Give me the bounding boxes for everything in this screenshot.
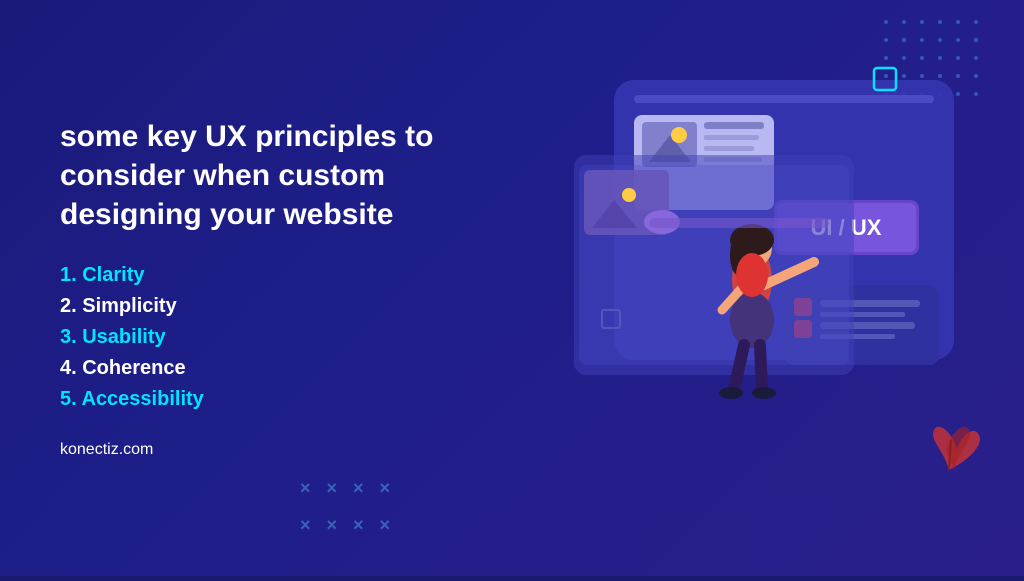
x-mark-7: × [353, 515, 364, 536]
list-item-3: 3. Usability [60, 326, 440, 349]
list-item-1: 1. Clarity [60, 264, 440, 287]
list-item-2: 2. Simplicity [60, 295, 440, 318]
illustration-panel: UI / UX [494, 0, 1024, 576]
x-mark-8: × [380, 515, 391, 536]
left-content-panel: some key UX principles to consider when … [0, 77, 500, 499]
x-mark-5: × [300, 515, 311, 536]
page-title: some key UX principles to consider when … [60, 117, 440, 234]
list-item-4: 4. Coherence [60, 357, 440, 380]
x-mark-6: × [327, 515, 338, 536]
list-item-5: 5. Accessibility [60, 388, 440, 411]
main-container: some key UX principles to consider when … [0, 0, 1024, 576]
principles-list: 1. Clarity 2. Simplicity 3. Usability 4.… [60, 264, 440, 411]
website-url: konectiz.com [60, 441, 440, 459]
ux-illustration: UI / UX [494, 0, 1024, 576]
